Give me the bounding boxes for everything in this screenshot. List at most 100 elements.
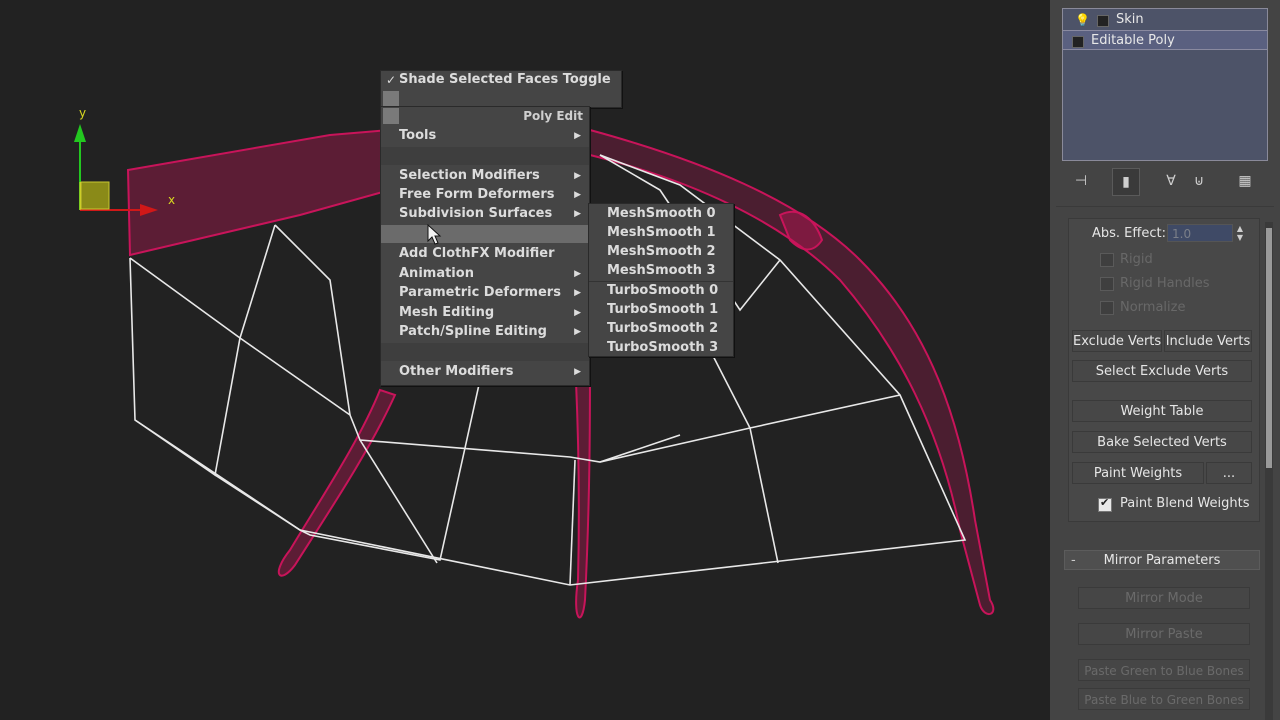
menu-item-turbosmooth-0[interactable]: TurboSmooth 0 (589, 282, 733, 300)
menu-separator-highlight (381, 225, 589, 243)
submenu-arrow-icon: ▶ (574, 131, 581, 141)
panel-scrollbar[interactable] (1265, 222, 1273, 720)
menu-item-meshsmooth-1[interactable]: MeshSmooth 1 (589, 224, 733, 242)
menu-item-label: Animation (399, 266, 474, 281)
remove-modifier-icon[interactable]: ⊍ (1186, 168, 1212, 194)
cage-wire-9 (129, 257, 241, 339)
menu-item-label: Other Modifiers (399, 364, 514, 379)
stack-item-skin[interactable]: 💡 Skin (1063, 10, 1267, 30)
menu-item-animation[interactable]: Animation ▶ (381, 265, 589, 283)
submenu-arrow-icon: ▶ (574, 171, 581, 181)
paint-options-button[interactable]: ... (1206, 462, 1252, 484)
paint-weights-button[interactable]: Paint Weights (1072, 462, 1204, 484)
menu-item-meshsmooth-0[interactable]: MeshSmooth 0 (589, 205, 733, 223)
submenu-arrow-icon: ▶ (574, 209, 581, 219)
cage-wire-6 (709, 349, 751, 429)
menu-item-subdivision-surfaces[interactable]: Subdivision Surfaces ▶ (381, 205, 589, 223)
menu-item-other-modifiers[interactable]: Other Modifiers ▶ (381, 363, 589, 381)
wing-claw-mesh (778, 210, 824, 251)
submenu-subdivision-surfaces: MeshSmooth 0 MeshSmooth 1 MeshSmooth 2 M… (588, 203, 734, 357)
rigid-handles-label: Rigid Handles (1120, 276, 1210, 291)
menu-item-shade-selected-faces[interactable]: Shade Selected Faces Toggle (381, 71, 621, 89)
menu-item-label: Mesh Editing (399, 305, 495, 320)
paste-green-to-blue-button[interactable]: Paste Green to Blue Bones (1078, 659, 1250, 681)
menu-item-label: Subdivision Surfaces (399, 206, 553, 221)
menu-item-turbosmooth-3[interactable]: TurboSmooth 3 (589, 339, 733, 357)
configure-modifier-sets-icon[interactable]: ▦ (1232, 168, 1258, 194)
panel-divider (1056, 206, 1274, 207)
weight-table-button[interactable]: Weight Table (1072, 400, 1252, 422)
axis-x-label: x (168, 193, 176, 207)
submenu-arrow-icon: ▶ (574, 190, 581, 200)
show-end-result-icon[interactable]: ▮ (1112, 168, 1140, 196)
menu-separator (381, 147, 589, 165)
include-verts-button[interactable]: Include Verts (1164, 330, 1252, 352)
menu-item-add-clothfx-modifier[interactable]: Add ClothFX Modifier (381, 245, 589, 263)
menu-item-tools[interactable]: Tools ▶ (381, 127, 589, 145)
collapse-icon: - (1071, 553, 1076, 568)
mouse-cursor-icon (427, 224, 442, 245)
submenu-arrow-icon: ▶ (574, 269, 581, 279)
menu-item-mesh-editing[interactable]: Mesh Editing ▶ (381, 304, 589, 322)
paint-blend-weights-label: Paint Blend Weights (1120, 496, 1250, 511)
rigid-label: Rigid (1120, 252, 1153, 267)
viewport-perspective[interactable]: y x ✓ Shade Selected Faces Toggle Poly E… (0, 0, 1050, 720)
lightbulb-icon[interactable]: 💡 (1075, 10, 1090, 30)
pin-stack-icon[interactable]: ⊣ (1068, 168, 1094, 194)
wing-finger-mid-mesh (573, 359, 592, 619)
menu-item-turbosmooth-2[interactable]: TurboSmooth 2 (589, 320, 733, 338)
rigid-handles-checkbox[interactable] (1100, 277, 1114, 291)
submenu-arrow-icon: ▶ (574, 367, 581, 377)
cage-wire-1 (134, 224, 276, 477)
mirror-parameters-rollout-header[interactable]: - Mirror Parameters (1064, 550, 1260, 570)
stack-item-label: Editable Poly (1091, 33, 1175, 48)
select-exclude-verts-button[interactable]: Select Exclude Verts (1072, 360, 1252, 382)
modifier-stack-list[interactable]: 💡 Skin Editable Poly (1062, 8, 1268, 161)
abs-effect-label: Abs. Effect: (1092, 226, 1166, 241)
rigid-checkbox[interactable] (1100, 253, 1114, 267)
menu-item-selection-modifiers[interactable]: Selection Modifiers ▶ (381, 167, 589, 185)
menu-item-turbosmooth-1[interactable]: TurboSmooth 1 (589, 301, 733, 319)
axis-tripod (74, 124, 158, 216)
expand-icon[interactable] (1097, 15, 1109, 27)
rollout-title: Mirror Parameters (1103, 553, 1221, 568)
quad-section-label: Poly Edit (523, 109, 583, 123)
submenu-arrow-icon: ▶ (574, 288, 581, 298)
exclude-verts-button[interactable]: Exclude Verts (1072, 330, 1162, 352)
paint-blend-weights-checkbox[interactable] (1098, 496, 1112, 512)
cage-wire-7 (599, 434, 681, 463)
stack-item-editable-poly[interactable]: Editable Poly (1063, 30, 1267, 50)
abs-effect-spinner[interactable]: 1.0 (1167, 224, 1233, 242)
menu-item-parametric-deformers[interactable]: Parametric Deformers ▶ (381, 284, 589, 302)
cage-wire-4 (569, 459, 576, 586)
menu-item-patch-spline-editing[interactable]: Patch/Spline Editing ▶ (381, 323, 589, 341)
mirror-mode-button[interactable]: Mirror Mode (1078, 587, 1250, 609)
menu-item-label: Free Form Deformers (399, 187, 555, 202)
scrollbar-thumb[interactable] (1266, 228, 1272, 468)
menu-item-label: Tools (399, 128, 437, 143)
mirror-paste-button[interactable]: Mirror Paste (1078, 623, 1250, 645)
menu-item-meshsmooth-3[interactable]: MeshSmooth 3 (589, 262, 733, 280)
stack-item-label: Skin (1116, 12, 1144, 27)
cage-wire-5 (749, 427, 779, 564)
normalize-label: Normalize (1120, 300, 1186, 315)
menu-item-meshsmooth-2[interactable]: MeshSmooth 2 (589, 243, 733, 261)
quad-menu-main: Poly Edit Tools ▶ Selection Modifiers ▶ Fr… (380, 106, 590, 386)
submenu-arrow-icon: ▶ (574, 327, 581, 337)
menu-item-free-form-deformers[interactable]: Free Form Deformers ▶ (381, 186, 589, 204)
expand-icon[interactable] (1072, 36, 1084, 48)
menu-item-label: Parametric Deformers (399, 285, 561, 300)
make-unique-icon[interactable]: ∀ (1158, 168, 1184, 194)
spinner-arrows-icon[interactable]: ▲ ▼ (1234, 224, 1246, 242)
axis-y-label: y (79, 106, 87, 120)
menu-separator (381, 343, 589, 361)
bake-selected-verts-button[interactable]: Bake Selected Verts (1072, 431, 1252, 453)
submenu-arrow-icon: ▶ (574, 308, 581, 318)
cage-wire-10 (274, 224, 351, 416)
menu-item-label: Selection Modifiers (399, 168, 540, 183)
quad-menu-top: ✓ Shade Selected Faces Toggle (380, 70, 622, 108)
menu-item-label: Patch/Spline Editing (399, 324, 547, 339)
quad-stub-icon (383, 91, 399, 107)
paste-blue-to-green-button[interactable]: Paste Blue to Green Bones (1078, 688, 1250, 710)
normalize-checkbox[interactable] (1100, 301, 1114, 315)
